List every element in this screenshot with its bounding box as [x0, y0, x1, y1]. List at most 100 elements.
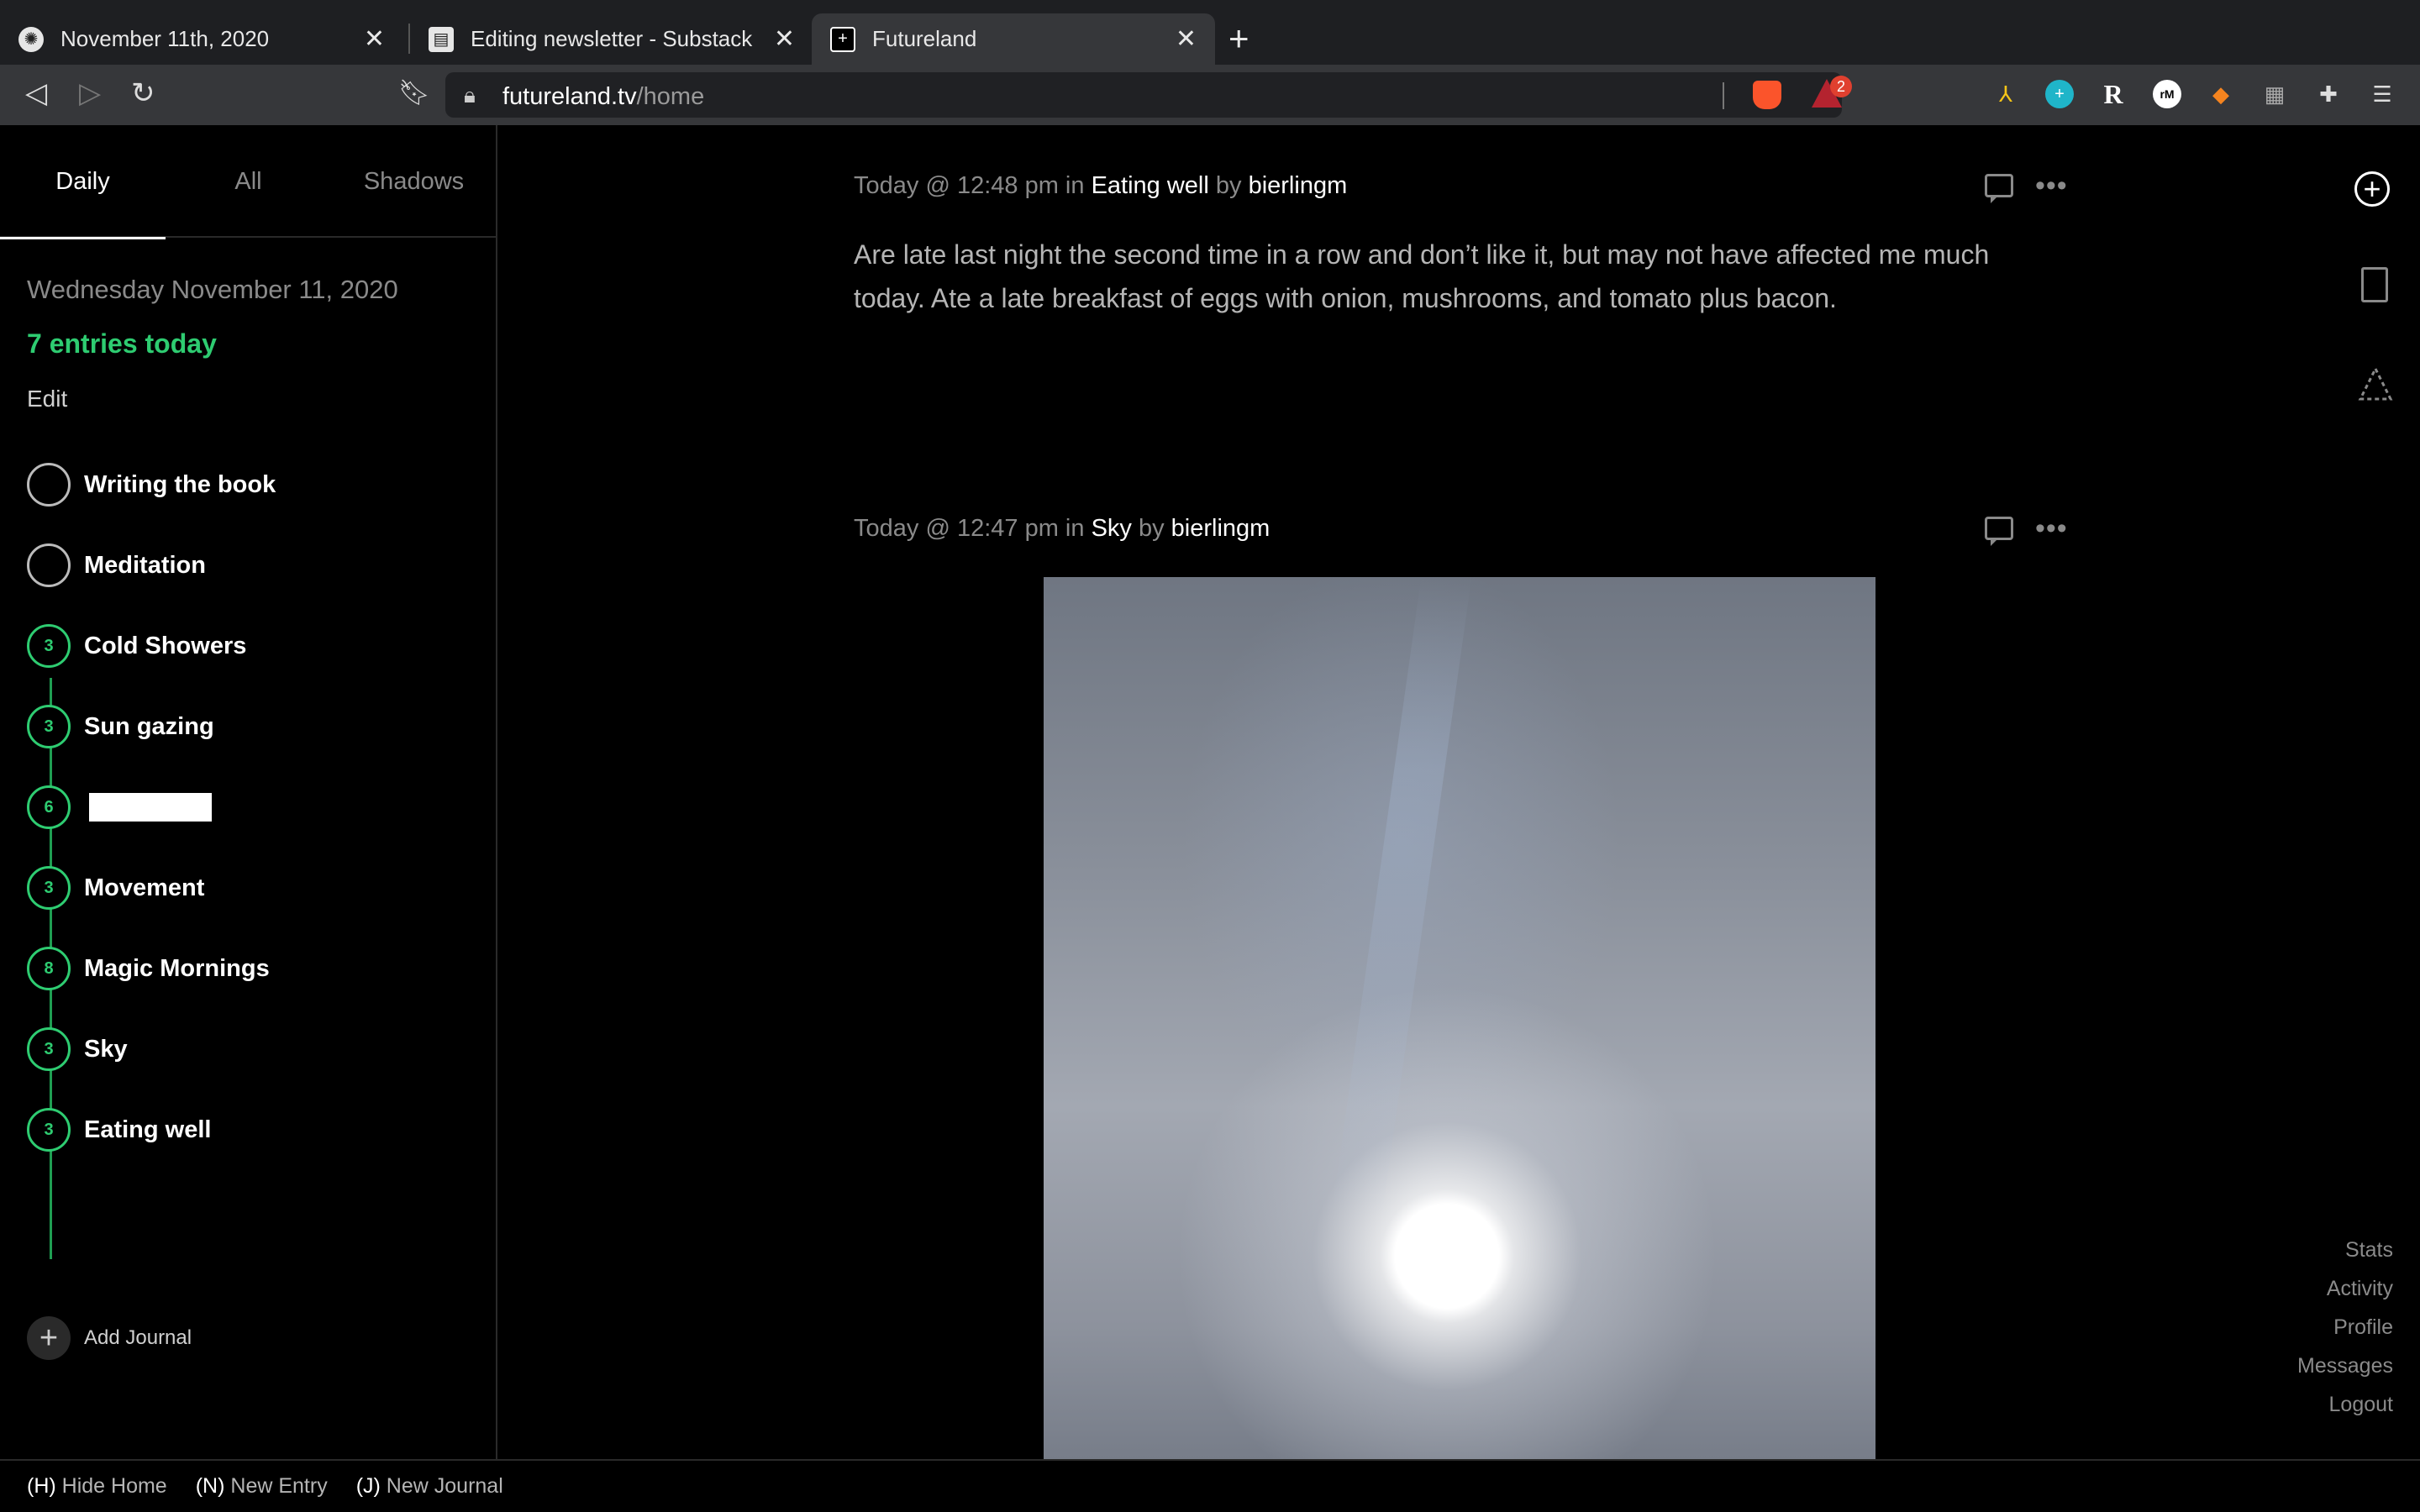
tab-substack[interactable]: ▤ Editing newsletter - Substack ✕: [410, 13, 813, 65]
lock-icon: 🔒︎: [464, 82, 476, 108]
browser-toolbar: ◁ ▷ ↻ 🔖︎ 🔒︎ futureland.tv/home 2 ⅄ + R r…: [0, 65, 2420, 125]
journal-item-sky[interactable]: 3 Sky: [27, 1027, 128, 1071]
entry-meta: Today @ 12:48 pm in Eating well by bierl…: [854, 172, 1347, 200]
tab-close-icon[interactable]: ✕: [1176, 24, 1197, 54]
entry-time: Today @ 12:48 pm: [854, 172, 1059, 199]
messages-link[interactable]: Messages: [2297, 1354, 2393, 1378]
extensions-puzzle-icon[interactable]: ✚: [2314, 80, 2343, 108]
entry-photo-sky[interactable]: [1044, 577, 1876, 1459]
journal-count-circle: 8: [27, 947, 71, 990]
tab-shadows[interactable]: Shadows: [331, 125, 497, 238]
shortcut-key: (H): [27, 1474, 56, 1498]
url-text: futureland.tv/home: [502, 83, 704, 111]
brave-shields-icon[interactable]: [1753, 81, 1781, 109]
tab-close-icon[interactable]: ✕: [364, 24, 385, 54]
journal-count-circle: 3: [27, 1108, 71, 1152]
edit-journals-link[interactable]: Edit: [27, 386, 67, 412]
url-divider: [1723, 82, 1724, 109]
new-entry-plus-icon[interactable]: +: [2354, 171, 2390, 207]
logout-link[interactable]: Logout: [2329, 1393, 2393, 1417]
entry-author-link[interactable]: bierlingm: [1171, 515, 1270, 542]
tab-title: Futureland: [872, 26, 977, 51]
journal-item-magic-mornings[interactable]: 8 Magic Mornings: [27, 947, 270, 990]
forward-icon[interactable]: ▷: [79, 76, 101, 110]
tab-title: November 11th, 2020: [60, 26, 270, 51]
journal-sidebar: Daily All Shadows Wednesday November 11,…: [0, 125, 497, 1459]
url-path: /home: [636, 83, 705, 110]
entries-today-count: 7 entries today: [27, 328, 217, 359]
entry-in-word: in: [1065, 515, 1085, 542]
more-options-icon[interactable]: •••: [2035, 514, 2068, 543]
journal-count-circle: 3: [27, 866, 71, 910]
extension-r-icon[interactable]: R: [2099, 79, 2128, 109]
extension-person-icon[interactable]: ⅄: [1991, 80, 2020, 108]
metamask-fox-icon[interactable]: ◆: [2207, 80, 2235, 108]
stats-link[interactable]: Stats: [2345, 1238, 2393, 1263]
entry-time: Today @ 12:47 pm: [854, 515, 1059, 542]
journal-item-sun-gazing[interactable]: 3 Sun gazing: [27, 705, 214, 748]
shortcut-hide-home[interactable]: (H) Hide Home: [27, 1474, 167, 1499]
comment-icon[interactable]: [1985, 174, 2013, 203]
more-options-icon[interactable]: •••: [2035, 171, 2068, 200]
browser-tab-strip: ✺ November 11th, 2020 ✕ ▤ Editing newsle…: [0, 0, 2420, 65]
journal-item-redacted[interactable]: 6: [27, 785, 212, 829]
url-host: futureland.tv: [502, 83, 637, 110]
journal-count-circle: 6: [27, 785, 71, 829]
journal-name: Eating well: [84, 1116, 212, 1143]
shortcut-label: New Entry: [224, 1474, 328, 1498]
journal-count-circle: 3: [27, 705, 71, 748]
journal-count-circle: [27, 543, 71, 587]
entry-body: Are late last night the second time in a…: [854, 239, 1990, 313]
journal-item-writing-the-book[interactable]: Writing the book: [27, 463, 276, 507]
plus-icon: +: [27, 1316, 71, 1360]
journal-name: Writing the book: [84, 470, 276, 498]
journal-item-cold-showers[interactable]: 3 Cold Showers: [27, 624, 246, 668]
journal-item-movement[interactable]: 3 Movement: [27, 866, 204, 910]
tab-november-11th[interactable]: ✺ November 11th, 2020 ✕: [0, 13, 403, 65]
add-journal-label: Add Journal: [84, 1326, 192, 1349]
redacted-journal-name: [89, 793, 212, 822]
tab-all[interactable]: All: [166, 125, 331, 238]
journal-item-eating-well[interactable]: 3 Eating well: [27, 1108, 211, 1152]
new-tab-button[interactable]: +: [1228, 18, 1249, 59]
shortcut-label: Hide Home: [55, 1474, 167, 1498]
extension-grid-icon[interactable]: ▦: [2260, 80, 2289, 108]
reload-icon[interactable]: ↻: [131, 76, 155, 110]
shortcut-key: (N): [195, 1474, 225, 1498]
tab-daily[interactable]: Daily: [0, 125, 166, 239]
journal-item-meditation[interactable]: Meditation: [27, 543, 206, 587]
tab-close-icon[interactable]: ✕: [774, 24, 795, 54]
entry-by-word: by: [1138, 515, 1165, 542]
roam-favicon-icon: ✺: [18, 26, 44, 52]
journal-name: Meditation: [84, 551, 206, 579]
add-journal-button[interactable]: + Add Journal: [27, 1316, 192, 1360]
menu-icon[interactable]: ☰: [2368, 80, 2396, 108]
shortcut-new-entry[interactable]: (N) New Entry: [196, 1474, 328, 1499]
shortcut-key: (J): [355, 1474, 381, 1498]
bookmark-icon[interactable]: 🔖︎: [398, 78, 430, 108]
triangle-icon[interactable]: [2358, 366, 2393, 402]
profile-link[interactable]: Profile: [2333, 1315, 2393, 1340]
journal-name: Cold Showers: [84, 632, 247, 659]
extension-plus-icon[interactable]: +: [2045, 80, 2074, 108]
shortcut-new-journal[interactable]: (J) New Journal: [356, 1474, 503, 1499]
tab-futureland[interactable]: + Futureland ✕: [812, 13, 1215, 65]
entry-meta: Today @ 12:47 pm in Sky by bierlingm: [854, 515, 1270, 543]
shortcut-bar: (H) Hide Home (N) New Entry (J) New Jour…: [0, 1459, 2420, 1512]
entry-journal-link[interactable]: Eating well: [1092, 172, 1209, 199]
entry-author-link[interactable]: bierlingm: [1249, 172, 1348, 199]
extension-rm-icon[interactable]: rM: [2153, 80, 2181, 108]
address-bar[interactable]: 🔒︎ futureland.tv/home 2: [445, 72, 1852, 118]
entry-journal-link[interactable]: Sky: [1092, 515, 1132, 542]
comment-icon[interactable]: [1985, 517, 2013, 546]
book-icon[interactable]: [2361, 267, 2388, 302]
journal-name: Sky: [84, 1035, 128, 1063]
back-icon[interactable]: ◁: [25, 76, 47, 110]
entry-feed: Today @ 12:48 pm in Eating well by bierl…: [499, 125, 2331, 1459]
entry-actions: •••: [1985, 171, 2068, 203]
entry-by-word: by: [1215, 172, 1242, 199]
entry-in-word: in: [1065, 172, 1085, 199]
sidebar-tabs: Daily All Shadows: [0, 125, 497, 239]
current-date: Wednesday November 11, 2020: [27, 275, 398, 304]
activity-link[interactable]: Activity: [2327, 1277, 2393, 1301]
